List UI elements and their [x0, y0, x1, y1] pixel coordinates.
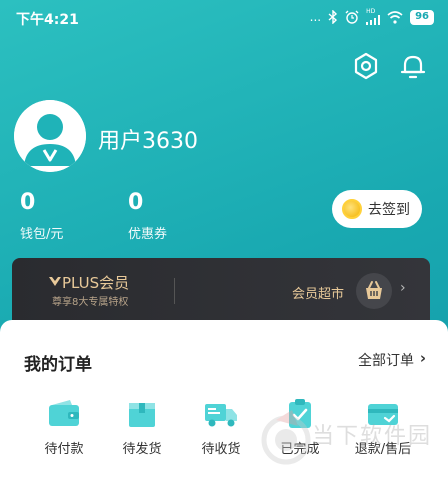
orders-title: 我的订单 [24, 355, 92, 375]
watermark-text: 当下软件园 [312, 424, 433, 449]
plus-logo-icon [49, 277, 61, 286]
truck-icon [205, 404, 237, 427]
divider [174, 278, 175, 304]
order-pending-shipment[interactable]: 待发货 [107, 398, 177, 457]
coupon-label: 优惠券 [128, 227, 168, 242]
username[interactable]: 用户3630 [98, 123, 198, 155]
chevron-right-icon[interactable]: › [400, 280, 406, 296]
wallet-label: 钱包/元 [20, 227, 64, 242]
order-item-label: 待付款 [44, 442, 84, 457]
checkin-button[interactable]: 去签到 [332, 190, 422, 228]
plus-title: PLUS会员 [62, 274, 130, 292]
chevron-right-icon[interactable]: › [420, 349, 426, 367]
order-item-label: 待发货 [122, 442, 162, 457]
status-icons: ... HD 96 [310, 9, 434, 25]
member-market-label[interactable]: 会员超市 [292, 283, 344, 302]
basket-icon[interactable] [356, 273, 392, 309]
status-time: 下午4:21 [16, 12, 79, 28]
all-orders-link[interactable]: 全部订单 [358, 350, 414, 370]
signal-icon: HD [366, 9, 381, 25]
status-bar: 下午4:21 ... HD 96 [0, 0, 448, 36]
coupon-stat[interactable]: 0 优惠券 [128, 190, 167, 242]
plus-subtitle: 尊享8大专属特权 [52, 297, 129, 308]
watermark: 当下软件园 [258, 398, 438, 478]
battery-indicator: 96 [410, 9, 434, 25]
coin-icon [342, 199, 362, 219]
box-icon [129, 403, 155, 427]
order-item-label: 待收货 [201, 442, 241, 457]
order-pending-payment[interactable]: 待付款 [29, 398, 99, 457]
bluetooth-icon [328, 10, 338, 24]
wallet-icon [49, 400, 79, 426]
more-dots-icon: ... [309, 10, 322, 24]
settings-icon[interactable] [350, 50, 382, 82]
alarm-icon [345, 10, 359, 24]
bell-icon[interactable] [397, 50, 429, 82]
wallet-value: 0 [20, 190, 36, 215]
avatar[interactable] [14, 100, 86, 172]
wifi-icon [387, 10, 403, 24]
coupon-value: 0 [128, 190, 144, 215]
order-pending-receipt[interactable]: 待收货 [186, 398, 256, 457]
wallet-stat[interactable]: 0 钱包/元 [20, 190, 63, 242]
checkin-label: 去签到 [368, 202, 410, 218]
